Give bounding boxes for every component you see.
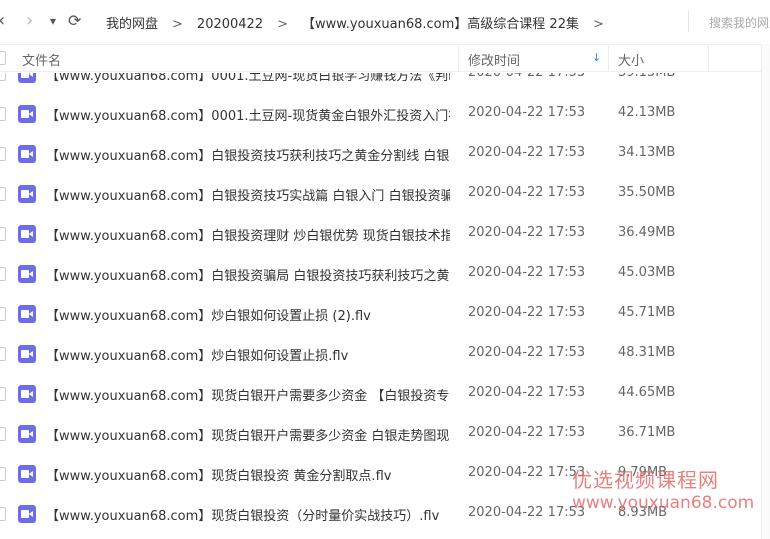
file-name[interactable]: 【www.youxuan68.com】现货白银投资（分时量价实战技巧）.flv bbox=[46, 505, 450, 524]
file-list: 【www.youxuan68.com】0001.土豆网-现货白银学习赚钱方法《判… bbox=[0, 73, 770, 539]
column-divider[interactable] bbox=[708, 45, 709, 71]
file-size: 36.49MB bbox=[618, 225, 676, 240]
forward-arrow-icon[interactable]: › bbox=[26, 9, 33, 33]
file-modified-time: 2020-04-22 17:53 bbox=[468, 225, 586, 240]
table-row[interactable]: 【www.youxuan68.com】白银投资技巧实战篇 白银入门 白银投资骗局… bbox=[0, 173, 770, 213]
column-divider[interactable] bbox=[458, 45, 459, 71]
column-name[interactable]: 文件名 bbox=[22, 50, 61, 69]
row-checkbox[interactable] bbox=[0, 147, 6, 161]
file-name[interactable]: 【www.youxuan68.com】现货白银投资 黄金分割取点.flv bbox=[46, 465, 450, 484]
table-row[interactable]: 【www.youxuan68.com】炒白银如何设置止损 (2).flv 2020… bbox=[0, 293, 770, 333]
table-row[interactable]: 【www.youxuan68.com】现货白银开户需要多少资金 白银走势图现货白… bbox=[0, 413, 770, 453]
file-size: 8.93MB bbox=[618, 505, 668, 520]
file-modified-time: 2020-04-22 17:53 bbox=[468, 185, 586, 200]
row-checkbox[interactable] bbox=[0, 347, 6, 361]
breadcrumb-item-current[interactable]: 【www.youxuan68.com】高级综合课程 22集 bbox=[302, 17, 579, 32]
video-file-icon bbox=[18, 225, 36, 243]
select-all-checkbox[interactable] bbox=[0, 51, 6, 65]
row-checkbox[interactable] bbox=[0, 507, 6, 521]
breadcrumb-separator: > bbox=[277, 17, 288, 32]
file-name[interactable]: 【www.youxuan68.com】白银投资技巧实战篇 白银入门 白银投资骗局… bbox=[46, 185, 450, 204]
file-modified-time: 2020-04-22 17:53 bbox=[468, 305, 586, 320]
row-checkbox[interactable] bbox=[0, 187, 6, 201]
table-row[interactable]: 【www.youxuan68.com】现货白银开户需要多少资金 【白银投资专区】… bbox=[0, 373, 770, 413]
history-dropdown-icon[interactable]: ▾ bbox=[50, 9, 56, 33]
file-modified-time: 2020-04-22 17:53 bbox=[468, 265, 586, 280]
file-modified-time: 2020-04-22 17:53 bbox=[468, 73, 585, 80]
refresh-icon[interactable]: ⟳ bbox=[68, 9, 81, 33]
row-checkbox[interactable] bbox=[0, 467, 6, 481]
file-name[interactable]: 【www.youxuan68.com】白银投资技巧获利技巧之黄金分割线 白银投资… bbox=[46, 145, 450, 164]
toolbar: ‹ › ▾ ⟳ 我的网盘 >20200422 > 【www.youxuan68.com… bbox=[0, 0, 770, 42]
file-modified-time: 2020-04-22 17:53 bbox=[468, 465, 586, 480]
file-size: 36.71MB bbox=[618, 425, 676, 440]
column-header: 文件名 修改时间 ↓ 大小 bbox=[0, 44, 770, 72]
table-row[interactable]: 【www.youxuan68.com】白银投资技巧获利技巧之黄金分割线 白银投资… bbox=[0, 133, 770, 173]
file-size: 42.13MB bbox=[618, 105, 676, 120]
file-size: 35.50MB bbox=[618, 185, 676, 200]
video-file-icon bbox=[18, 105, 36, 123]
row-checkbox[interactable] bbox=[0, 107, 6, 121]
video-file-icon bbox=[18, 265, 36, 283]
file-modified-time: 2020-04-22 17:53 bbox=[468, 425, 586, 440]
video-file-icon bbox=[18, 73, 36, 83]
search-input[interactable]: 搜索我的网盘 bbox=[709, 14, 770, 31]
column-modified-time[interactable]: 修改时间 bbox=[468, 50, 520, 69]
breadcrumb-separator: > bbox=[172, 17, 183, 32]
breadcrumb: 我的网盘 >20200422 > 【www.youxuan68.com】高级综合课程 … bbox=[106, 13, 618, 32]
file-size: 9.79MB bbox=[618, 465, 668, 480]
table-row[interactable]: 【www.youxuan68.com】炒白银如何设置止损.flv 2020-04-… bbox=[0, 333, 770, 373]
row-checkbox[interactable] bbox=[0, 427, 6, 441]
file-name[interactable]: 【www.youxuan68.com】现货白银开户需要多少资金 白银走势图现货白… bbox=[46, 425, 450, 444]
file-name[interactable]: 【www.youxuan68.com】0001.土豆网-现货黄金白银外汇投资入门… bbox=[46, 105, 450, 124]
file-modified-time: 2020-04-22 17:53 bbox=[468, 145, 586, 160]
file-name[interactable]: 【www.youxuan68.com】白银投资理财 炒白银优势 现货白银技术指标… bbox=[46, 225, 450, 244]
video-file-icon bbox=[18, 385, 36, 403]
file-size: 39.15MB bbox=[618, 73, 675, 80]
breadcrumb-item-folder[interactable]: 20200422 bbox=[197, 17, 263, 32]
file-size: 34.13MB bbox=[618, 145, 676, 160]
file-modified-time: 2020-04-22 17:53 bbox=[468, 505, 586, 520]
row-checkbox[interactable] bbox=[0, 267, 6, 281]
table-row[interactable]: 【www.youxuan68.com】白银投资理财 炒白银优势 现货白银技术指标… bbox=[0, 213, 770, 253]
file-modified-time: 2020-04-22 17:53 bbox=[468, 345, 586, 360]
file-size: 44.65MB bbox=[618, 385, 676, 400]
row-checkbox[interactable] bbox=[0, 307, 6, 321]
file-modified-time: 2020-04-22 17:53 bbox=[468, 105, 586, 120]
video-file-icon bbox=[18, 185, 36, 203]
video-file-icon bbox=[18, 145, 36, 163]
row-checkbox[interactable] bbox=[0, 227, 6, 241]
file-name[interactable]: 【www.youxuan68.com】0001.土豆网-现货白银学习赚钱方法《判… bbox=[46, 73, 450, 84]
breadcrumb-item-root[interactable]: 我的网盘 bbox=[106, 17, 158, 32]
file-name[interactable]: 【www.youxuan68.com】炒白银如何设置止损 (2).flv bbox=[46, 305, 450, 324]
file-name[interactable]: 【www.youxuan68.com】现货白银开户需要多少资金 【白银投资专区】… bbox=[46, 385, 450, 404]
search-box[interactable]: 搜索我的网盘 bbox=[688, 10, 770, 32]
video-file-icon bbox=[18, 345, 36, 363]
file-size: 48.31MB bbox=[618, 345, 676, 360]
table-row[interactable]: 【www.youxuan68.com】0001.土豆网-现货黄金白银外汇投资入门… bbox=[0, 93, 770, 133]
breadcrumb-separator[interactable]: > bbox=[593, 17, 604, 32]
row-checkbox[interactable] bbox=[0, 73, 6, 81]
table-row[interactable]: 【www.youxuan68.com】0001.土豆网-现货白银学习赚钱方法《判… bbox=[0, 73, 770, 93]
row-checkbox[interactable] bbox=[0, 387, 6, 401]
video-file-icon bbox=[18, 425, 36, 443]
video-file-icon bbox=[18, 305, 36, 323]
sort-down-icon: ↓ bbox=[592, 51, 602, 64]
back-arrow-icon[interactable]: ‹ bbox=[0, 9, 5, 33]
scrollbar[interactable] bbox=[761, 44, 770, 539]
table-row[interactable]: 【www.youxuan68.com】现货白银投资 黄金分割取点.flv 2020… bbox=[0, 453, 770, 493]
table-row[interactable]: 【www.youxuan68.com】现货白银投资（分时量价实战技巧）.flv 2… bbox=[0, 493, 770, 533]
video-file-icon bbox=[18, 465, 36, 483]
file-size: 45.03MB bbox=[618, 265, 676, 280]
file-size: 45.71MB bbox=[618, 305, 676, 320]
column-divider[interactable] bbox=[608, 45, 609, 71]
file-modified-time: 2020-04-22 17:53 bbox=[468, 385, 586, 400]
column-size[interactable]: 大小 bbox=[618, 50, 644, 69]
video-file-icon bbox=[18, 505, 36, 523]
file-name[interactable]: 【www.youxuan68.com】炒白银如何设置止损.flv bbox=[46, 345, 450, 364]
file-name[interactable]: 【www.youxuan68.com】白银投资骗局 白银投资技巧获利技巧之黄金分… bbox=[46, 265, 450, 284]
table-row[interactable]: 【www.youxuan68.com】白银投资骗局 白银投资技巧获利技巧之黄金分… bbox=[0, 253, 770, 293]
